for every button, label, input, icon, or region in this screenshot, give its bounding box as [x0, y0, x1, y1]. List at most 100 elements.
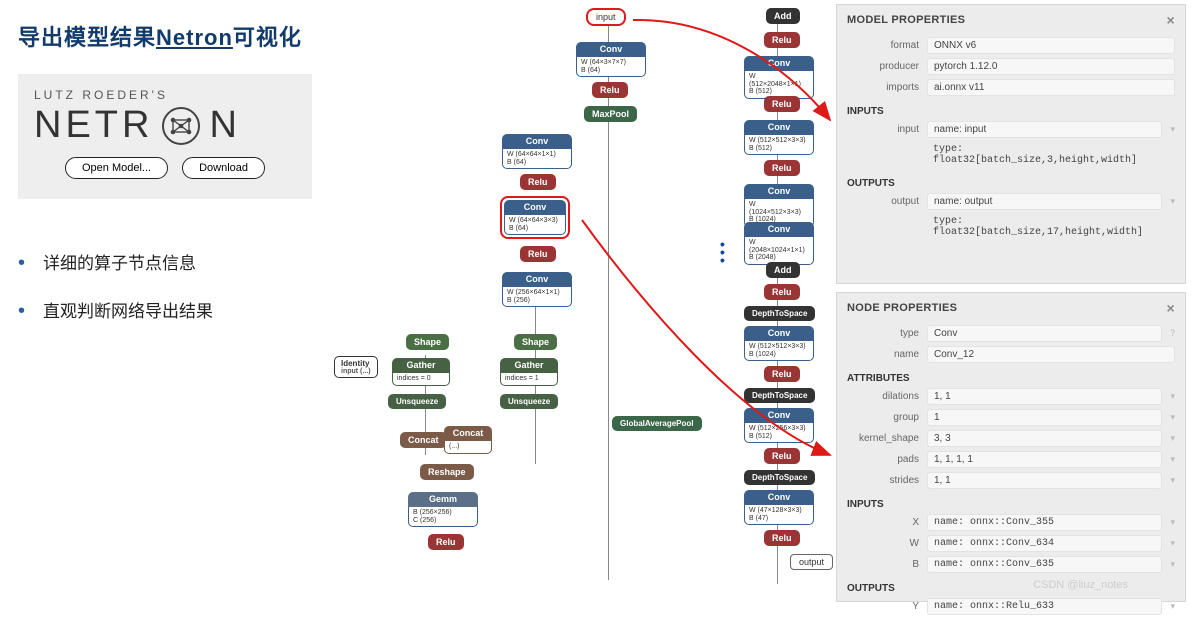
expand-icon[interactable]: ▾ [1170, 409, 1175, 423]
expand-icon[interactable]: ▾ [1170, 388, 1175, 402]
graph-canvas[interactable]: input Conv W (64×3×7×7)B (64) Relu MaxPo… [330, 0, 835, 607]
kernel-shape-value: 3, 3 [927, 430, 1162, 447]
expand-icon[interactable]: ▾ [1170, 121, 1175, 135]
watermark: CSDN @liuz_notes [1033, 579, 1128, 591]
node-body: W (2048×1024×1×1)B (2048) [744, 237, 814, 265]
netron-word-a: NETR [34, 104, 153, 147]
bullet-2: 直观判断网络导出结果 [18, 297, 312, 323]
shape-node[interactable]: Shape [514, 334, 557, 350]
dilations-value: 1, 1 [927, 388, 1162, 405]
relu-node[interactable]: Relu [764, 160, 800, 176]
conv-node-2[interactable]: Conv W (64×64×1×1)B (64) [502, 134, 572, 169]
dilations-label: dilations [847, 388, 919, 402]
expand-icon[interactable]: ▾ [1170, 451, 1175, 465]
node-body: B (256×256)C (256) [408, 507, 478, 527]
node-body: indices = 0 [392, 373, 450, 386]
conv-node-r7[interactable]: Conv W (47×128×3×3)B (47) [744, 490, 814, 525]
d2s-node[interactable]: DepthToSpace [744, 470, 815, 485]
relu-node[interactable]: Relu [764, 284, 800, 300]
producer-value: pytorch 1.12.0 [927, 58, 1175, 75]
expand-icon[interactable]: ▾ [1170, 193, 1175, 207]
expand-icon[interactable]: ▾ [1170, 430, 1175, 444]
input-label: input [847, 121, 919, 135]
conv-node-r5[interactable]: Conv W (512×512×3×3)B (1024) [744, 326, 814, 361]
netron-subtitle: LUTZ ROEDER'S [34, 88, 296, 102]
concat-detail-node[interactable]: Concat (...) [444, 426, 492, 454]
x-value[interactable]: name: onnx::Conv_355 [927, 514, 1162, 531]
conv-node-r1[interactable]: Conv W (512×2048×1×1)B (512) [744, 56, 814, 99]
d2s-node[interactable]: DepthToSpace [744, 306, 815, 321]
inputs-section: INPUTS [837, 98, 1185, 119]
node-body: W (64×3×7×7)B (64) [576, 57, 646, 77]
gather-node-0[interactable]: Gather indices = 0 [392, 358, 450, 386]
conv-node-r6[interactable]: Conv W (512×256×3×3)B (512) [744, 408, 814, 443]
node-header: Gemm [408, 492, 478, 507]
conv-node-r2[interactable]: Conv W (512×512×3×3)B (512) [744, 120, 814, 155]
add-node[interactable]: Add [766, 262, 800, 278]
conv-node-r3[interactable]: Conv W (1024×512×3×3)B (1024) [744, 184, 814, 227]
node-body: W (64×64×1×1)B (64) [502, 149, 572, 169]
output-name-value[interactable]: name: output [927, 193, 1162, 210]
node-header: Conv [744, 490, 814, 505]
relu-node[interactable]: Relu [520, 174, 556, 190]
close-icon[interactable]: × [1167, 300, 1175, 316]
netron-graph-icon [161, 106, 201, 146]
info-icon[interactable]: ? [1170, 325, 1175, 338]
group-label: group [847, 409, 919, 423]
y-label: Y [847, 598, 919, 612]
unsqueeze-node[interactable]: Unsqueeze [500, 394, 558, 409]
reshape-node[interactable]: Reshape [420, 464, 474, 480]
gemm-node[interactable]: Gemm B (256×256)C (256) [408, 492, 478, 527]
b-value[interactable]: name: onnx::Conv_635 [927, 556, 1162, 573]
node-body: W (512×512×3×3)B (512) [744, 135, 814, 155]
concat-node[interactable]: Concat [400, 432, 447, 448]
expand-icon[interactable]: ▾ [1170, 472, 1175, 486]
w-value[interactable]: name: onnx::Conv_634 [927, 535, 1162, 552]
relu-node[interactable]: Relu [520, 246, 556, 262]
conv-node-highlight[interactable]: Conv W (64×64×3×3)B (64) [500, 196, 570, 239]
download-button[interactable]: Download [182, 157, 265, 179]
strides-value: 1, 1 [927, 472, 1162, 489]
close-icon[interactable]: × [1167, 12, 1175, 28]
relu-node[interactable]: Relu [592, 82, 628, 98]
node-body: W (512×256×3×3)B (512) [744, 423, 814, 443]
relu-node[interactable]: Relu [764, 96, 800, 112]
type-value[interactable]: Conv [927, 325, 1162, 342]
node-header: Conv [744, 222, 814, 237]
gap-node[interactable]: GlobalAveragePool [612, 416, 702, 431]
node-header: Conv [744, 326, 814, 341]
output-node[interactable]: output [790, 554, 833, 570]
input-node[interactable]: input [586, 8, 626, 26]
node-header: Conv [576, 42, 646, 57]
expand-icon[interactable]: ▾ [1170, 514, 1175, 528]
node-header: Conv [502, 134, 572, 149]
x-label: X [847, 514, 919, 528]
expand-icon[interactable]: ▾ [1170, 535, 1175, 549]
conv-node-3[interactable]: Conv W (256×64×1×1)B (256) [502, 272, 572, 307]
open-model-button[interactable]: Open Model... [65, 157, 168, 179]
maxpool-node[interactable]: MaxPool [584, 106, 637, 122]
imports-label: imports [847, 79, 919, 93]
conv-node-r4[interactable]: Conv W (2048×1024×1×1)B (2048) [744, 222, 814, 265]
relu-node[interactable]: Relu [764, 32, 800, 48]
netron-card: LUTZ ROEDER'S NETR N Open Model... Downl… [18, 74, 312, 199]
name-label: name [847, 346, 919, 360]
conv-node-1[interactable]: Conv W (64×3×7×7)B (64) [576, 42, 646, 77]
w-label: W [847, 535, 919, 549]
format-label: format [847, 37, 919, 51]
unsqueeze-node[interactable]: Unsqueeze [388, 394, 446, 409]
relu-node[interactable]: Relu [428, 534, 464, 550]
expand-icon[interactable]: ▾ [1170, 598, 1175, 612]
node-header: Conv [502, 272, 572, 287]
expand-icon[interactable]: ▾ [1170, 556, 1175, 570]
relu-node[interactable]: Relu [764, 530, 800, 546]
add-node[interactable]: Add [766, 8, 800, 24]
node-header: Gather [500, 358, 558, 373]
shape-node[interactable]: Shape [406, 334, 449, 350]
relu-node[interactable]: Relu [764, 448, 800, 464]
identity-node[interactable]: Identity input (...) [334, 356, 378, 378]
relu-node[interactable]: Relu [764, 366, 800, 382]
input-name-value[interactable]: name: input [927, 121, 1162, 138]
d2s-node[interactable]: DepthToSpace [744, 388, 815, 403]
gather-node-1[interactable]: Gather indices = 1 [500, 358, 558, 386]
